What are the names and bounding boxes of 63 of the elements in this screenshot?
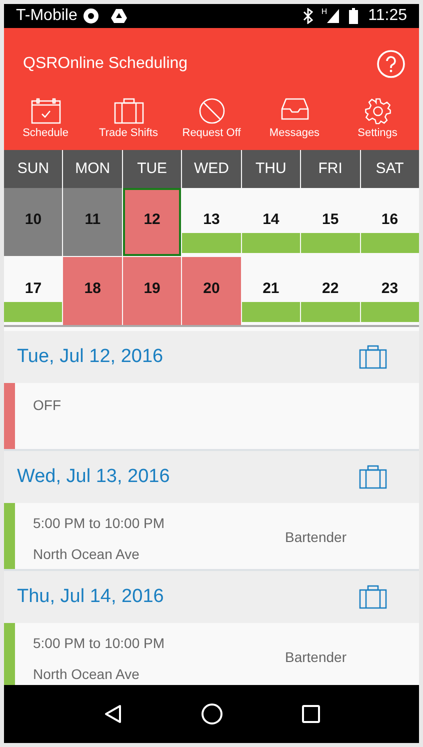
- nav-tab[interactable]: Request Off: [182, 124, 241, 141]
- briefcase-icon[interactable]: [114, 98, 144, 124]
- bluetooth-icon: [303, 8, 314, 24]
- day-number: 15: [322, 210, 339, 230]
- battery-icon: [349, 8, 358, 24]
- shift-location: North Ocean Ave: [33, 545, 140, 564]
- day-number: 20: [203, 278, 220, 299]
- day-number: 13: [203, 210, 220, 230]
- day-number: 21: [262, 278, 280, 299]
- weekday-header: MON: [63, 150, 122, 188]
- calendar-day[interactable]: 11: [63, 188, 122, 256]
- weekday-header: WED: [182, 150, 241, 188]
- inbox-icon[interactable]: [280, 98, 308, 120]
- app-title: QSROnline Scheduling: [23, 54, 189, 74]
- day-number: 23: [381, 278, 398, 299]
- briefcase-icon[interactable]: [359, 465, 387, 489]
- nav-tab[interactable]: Settings: [358, 124, 398, 141]
- shift-role: Bartender: [285, 648, 346, 666]
- day-number: 18: [84, 278, 101, 299]
- help-icon[interactable]: [377, 50, 405, 78]
- weekday-header: TUE: [122, 150, 182, 188]
- cloud-app-icon: [83, 8, 100, 24]
- nav-tab[interactable]: Trade Shifts: [99, 124, 158, 141]
- calendar-check-icon[interactable]: [30, 98, 60, 124]
- day-number: 16: [381, 210, 398, 230]
- day-number: 22: [322, 278, 339, 299]
- nav-tab[interactable]: Schedule: [22, 124, 68, 141]
- day-number: 12: [144, 210, 160, 230]
- calendar-day[interactable]: 12: [122, 188, 182, 256]
- drive-icon: [111, 9, 128, 23]
- nav-tab[interactable]: Messages: [269, 124, 320, 141]
- shift-role: Bartender: [285, 528, 346, 546]
- briefcase-icon[interactable]: [359, 345, 387, 369]
- off-label: OFF: [33, 396, 61, 415]
- shift-time: 5:00 PM to 10:00 PM: [33, 634, 166, 653]
- briefcase-icon[interactable]: [359, 585, 387, 609]
- settings-icon[interactable]: [364, 98, 392, 124]
- shift-time: 5:00 PM to 10:00 PM: [33, 514, 166, 533]
- day-number: 11: [84, 210, 101, 230]
- calendar-day[interactable]: 20: [182, 257, 241, 325]
- back-icon[interactable]: [103, 704, 124, 724]
- day-number: 14: [262, 210, 280, 230]
- carrier-name: T-Mobile: [16, 6, 78, 26]
- date-heading: Thu, Jul 14, 2016: [17, 584, 165, 609]
- recents-icon[interactable]: [302, 705, 320, 723]
- date-heading: Tue, Jul 12, 2016: [17, 344, 164, 369]
- calendar-day[interactable]: 10: [4, 188, 62, 256]
- day-number: 19: [144, 278, 160, 299]
- day-number: 10: [24, 210, 42, 230]
- signal-icon: [327, 9, 340, 23]
- network-type: H: [321, 6, 328, 18]
- home-icon[interactable]: [201, 703, 224, 725]
- date-heading: Wed, Jul 13, 2016: [17, 464, 171, 489]
- shift-location: North Ocean Ave: [33, 665, 140, 684]
- weekday-header: SAT: [360, 150, 419, 188]
- clock: 11:25: [368, 6, 407, 26]
- weekday-header: SUN: [4, 150, 62, 188]
- weekday-header: THU: [242, 150, 300, 188]
- calendar-day[interactable]: 18: [63, 257, 122, 325]
- day-number: 17: [24, 278, 42, 299]
- weekday-header: FRI: [301, 150, 360, 188]
- calendar-day[interactable]: 19: [122, 257, 182, 325]
- prohibited-icon[interactable]: [198, 98, 224, 124]
